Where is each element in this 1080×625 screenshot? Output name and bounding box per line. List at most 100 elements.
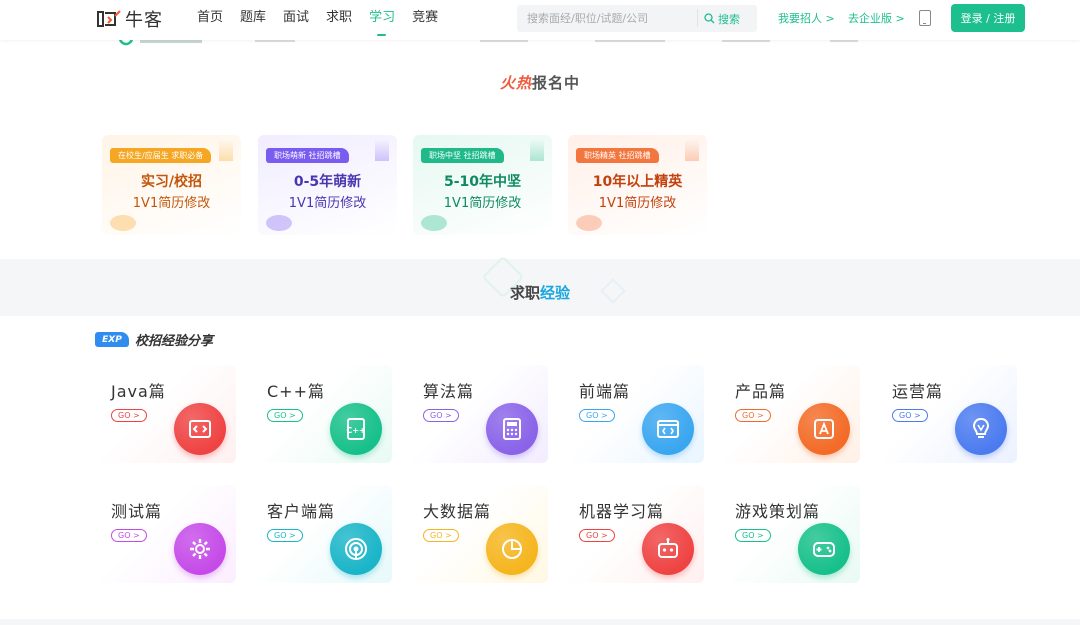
- card-subline: 1V1简历修改: [598, 196, 677, 211]
- card-headline: 实习/校招: [140, 174, 203, 190]
- category-title: 大数据篇: [423, 502, 492, 521]
- go-button[interactable]: GO >: [267, 529, 303, 542]
- search-icon: [704, 13, 715, 24]
- lightbulb-icon: [972, 417, 990, 438]
- go-button[interactable]: GO >: [267, 409, 303, 422]
- hat-icon: [576, 215, 602, 231]
- logo-icon: [97, 10, 121, 27]
- experience-category-card[interactable]: Java篇 GO >: [97, 365, 236, 463]
- go-button[interactable]: GO >: [111, 409, 147, 422]
- hot-section-title: 火热报名中: [0, 72, 1080, 93]
- browser-code-icon: [657, 420, 679, 438]
- experience-category-card[interactable]: 运营篇 GO >: [878, 365, 1017, 463]
- top-navigation-bar: 牛客 首页 题库 面试 求职 学习 竞赛 搜索 我要招人 > 去企业版 > 登录…: [0, 0, 1080, 40]
- calculator-icon-badge: [486, 403, 538, 455]
- cpp-file-icon-badge: C++: [330, 403, 382, 455]
- go-button[interactable]: GO >: [579, 409, 615, 422]
- category-title: 机器学习篇: [579, 502, 665, 521]
- search-button-label: 搜索: [718, 12, 740, 26]
- search-input[interactable]: [517, 12, 692, 25]
- resume-service-card[interactable]: 职场精英 社招跳槽 10年以上精英 1V1简历修改: [568, 135, 707, 235]
- pencil-icon: [375, 139, 389, 161]
- pencil-icon: [685, 139, 699, 161]
- card-tag: 职场中坚 社招跳槽: [421, 148, 504, 163]
- pencil-icon: [530, 139, 544, 161]
- svg-text:C++: C++: [346, 426, 365, 435]
- experience-category-card[interactable]: 游戏策划篇 GO >: [721, 485, 860, 583]
- enterprise-link[interactable]: 去企业版 >: [848, 10, 905, 26]
- pie-chart-icon-badge: [486, 523, 538, 575]
- experience-category-card[interactable]: 大数据篇 GO >: [409, 485, 548, 583]
- mobile-app-icon[interactable]: [919, 10, 931, 26]
- category-title: 算法篇: [423, 382, 475, 401]
- category-title: 前端篇: [579, 382, 631, 401]
- go-button[interactable]: GO >: [111, 529, 147, 542]
- main-nav: 首页 题库 面试 求职 学习 竞赛: [197, 0, 455, 40]
- nav-home[interactable]: 首页: [197, 0, 223, 40]
- gamepad-icon: [813, 542, 835, 557]
- resume-service-card[interactable]: 在校生/应届生 求职必备实习/校招 1V1简历修改: [102, 135, 241, 235]
- nav-question-bank[interactable]: 题库: [240, 0, 266, 40]
- card-subline: 1V1简历修改: [132, 196, 211, 211]
- next-section-band: [0, 619, 1080, 625]
- experience-category-card[interactable]: C++篇 GO > C++: [253, 365, 392, 463]
- app-store-icon: [814, 419, 834, 439]
- nav-learning[interactable]: 学习: [369, 0, 395, 40]
- experience-title-highlight: 经验: [540, 284, 571, 302]
- experience-category-card[interactable]: 测试篇 GO >: [97, 485, 236, 583]
- card-tag: 职场萌新 社招跳槽: [266, 148, 349, 163]
- robot-icon: [658, 538, 678, 558]
- lightbulb-icon-badge: [955, 403, 1007, 455]
- logo[interactable]: 牛客: [95, 7, 163, 31]
- experience-category-card[interactable]: 客户端篇 GO >: [253, 485, 392, 583]
- go-button[interactable]: GO >: [579, 529, 615, 542]
- category-title: 运营篇: [892, 382, 944, 401]
- go-button[interactable]: GO >: [735, 529, 771, 542]
- category-title: Java篇: [111, 382, 166, 401]
- nav-contest[interactable]: 竞赛: [412, 0, 438, 40]
- hire-link[interactable]: 我要招人 >: [778, 10, 835, 26]
- hot-title-highlight: 火热: [499, 74, 532, 92]
- robot-icon-badge: [642, 523, 694, 575]
- browser-code-icon-badge: [642, 403, 694, 455]
- pie-chart-icon: [502, 539, 522, 559]
- search-button[interactable]: 搜索: [704, 11, 740, 27]
- signal-icon-badge: [330, 523, 382, 575]
- hat-icon: [421, 215, 447, 231]
- card-subline: 1V1简历修改: [443, 196, 522, 211]
- app-store-icon-badge: [798, 403, 850, 455]
- category-title: 测试篇: [111, 502, 163, 521]
- category-title: C++篇: [267, 382, 325, 401]
- card-headline: 5-10年中坚: [443, 174, 522, 190]
- experience-category-card[interactable]: 算法篇 GO >: [409, 365, 548, 463]
- resume-service-card[interactable]: 职场萌新 社招跳槽 0-5年萌新 1V1简历修改: [258, 135, 397, 235]
- cpp-file-icon: C++: [346, 418, 366, 440]
- login-button[interactable]: 登录 / 注册: [951, 4, 1025, 32]
- calculator-icon: [503, 418, 521, 440]
- hot-title-rest: 报名中: [532, 74, 581, 92]
- search-box: 搜索: [517, 5, 757, 32]
- go-button[interactable]: GO >: [423, 529, 459, 542]
- gear-icon: [190, 539, 210, 559]
- gear-icon-badge: [174, 523, 226, 575]
- experience-category-card[interactable]: 机器学习篇 GO >: [565, 485, 704, 583]
- experience-title-main: 求职: [509, 284, 540, 302]
- category-title: 客户端篇: [267, 502, 336, 521]
- go-button[interactable]: GO >: [423, 409, 459, 422]
- category-title: 游戏策划篇: [735, 502, 821, 521]
- exp-badge: EXP: [95, 332, 129, 347]
- nav-interview[interactable]: 面试: [283, 0, 309, 40]
- experience-section-title: 求职经验: [0, 282, 1080, 303]
- go-button[interactable]: GO >: [735, 409, 771, 422]
- nav-jobs[interactable]: 求职: [326, 0, 352, 40]
- campus-experience-label: 校招经验分享: [135, 334, 214, 349]
- card-tag: 职场精英 社招跳槽: [576, 148, 659, 163]
- experience-category-card[interactable]: 产品篇 GO >: [721, 365, 860, 463]
- go-button[interactable]: GO >: [892, 409, 928, 422]
- category-title: 产品篇: [735, 382, 787, 401]
- experience-category-card[interactable]: 前端篇 GO >: [565, 365, 704, 463]
- signal-icon: [345, 538, 367, 560]
- code-folder-icon: [189, 420, 211, 438]
- resume-service-card[interactable]: 职场中坚 社招跳槽 5-10年中坚 1V1简历修改: [413, 135, 552, 235]
- card-tag: 在校生/应届生 求职必备: [110, 148, 212, 163]
